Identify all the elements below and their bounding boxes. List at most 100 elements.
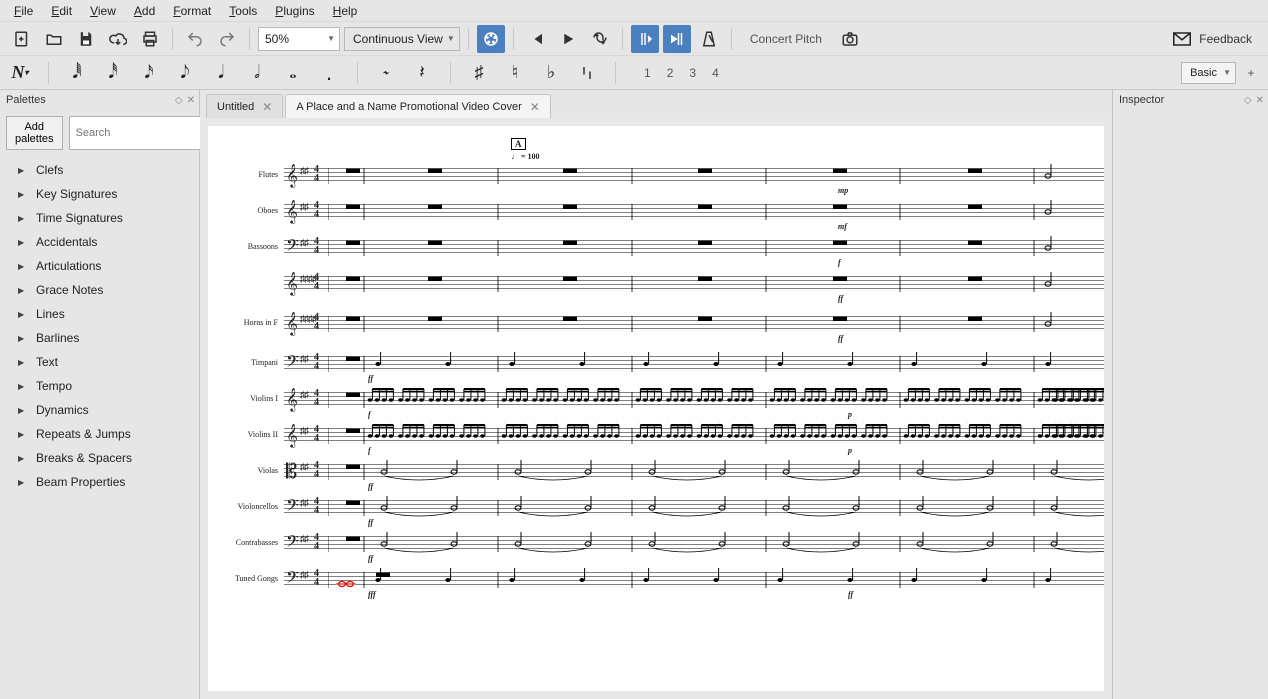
staff-Contrabasses: Contrabasses𝄢♯♯44▬ff [228, 530, 1104, 566]
flat-button[interactable]: ♭ [539, 59, 563, 87]
undock-icon[interactable]: ◇ [175, 95, 183, 106]
menu-add[interactable]: Add [126, 2, 163, 20]
palette-item-text[interactable]: ▶Text [0, 350, 199, 374]
feedback-button[interactable]: Feedback [1165, 32, 1260, 46]
midi-input-button[interactable] [477, 25, 505, 53]
chevron-right-icon: ▶ [18, 238, 26, 247]
voice-3-button[interactable]: 3 [685, 64, 700, 82]
close-icon[interactable]: ✕ [1256, 95, 1264, 106]
add-workspace-button[interactable]: + [1242, 66, 1260, 80]
note-input-mode-button[interactable]: N▾ [8, 59, 32, 87]
add-palettes-button[interactable]: Add palettes [6, 116, 63, 150]
natural-button[interactable]: ♮ [503, 59, 527, 87]
concert-pitch-button[interactable]: Concert Pitch [740, 25, 832, 53]
menu-view[interactable]: View [82, 2, 124, 20]
palette-item-breaks-spacers[interactable]: ▶Breaks & Spacers [0, 446, 199, 470]
open-button[interactable] [40, 25, 68, 53]
voice-2-button[interactable]: 2 [663, 64, 678, 82]
clef-icon: 𝄢 [286, 530, 299, 558]
svg-text:▬: ▬ [968, 198, 982, 212]
image-capture-button[interactable] [836, 25, 864, 53]
duration-whole-button[interactable]: 𝅝 [281, 59, 305, 87]
menu-format[interactable]: Format [165, 2, 219, 20]
palette-item-barlines[interactable]: ▶Barlines [0, 326, 199, 350]
instrument-label: Timpani [228, 358, 278, 367]
close-icon[interactable]: ✕ [187, 95, 195, 106]
palette-item-articulations[interactable]: ▶Articulations [0, 254, 199, 278]
palette-list: ▶Clefs▶Key Signatures▶Time Signatures▶Ac… [0, 156, 199, 699]
rest-button[interactable]: 𝄽 [410, 59, 434, 87]
tab-a-place-and-a-name[interactable]: A Place and a Name Promotional Video Cov… [285, 94, 551, 118]
palette-item-lines[interactable]: ▶Lines [0, 302, 199, 326]
svg-text:▬: ▬ [833, 162, 847, 176]
svg-text:▬: ▬ [428, 234, 442, 248]
loop-in-button[interactable] [631, 25, 659, 53]
palette-item-tempo[interactable]: ▶Tempo [0, 374, 199, 398]
palette-item-time-signatures[interactable]: ▶Time Signatures [0, 206, 199, 230]
instrument-label: Violins I [228, 394, 278, 403]
clef-icon: 𝄢 [286, 234, 299, 262]
rewind-button[interactable] [522, 25, 550, 53]
duration-quarter-button[interactable]: 𝅘𝅥 [209, 59, 233, 87]
new-score-button[interactable] [8, 25, 36, 53]
staff-Oboes: Oboes𝄞♯♯44▬▬▬▬▬▬▬mf [228, 198, 1104, 234]
save-online-button[interactable] [104, 25, 132, 53]
menu-tools[interactable]: Tools [221, 2, 265, 20]
sharp-button[interactable]: ♯ [467, 59, 491, 87]
duration-half-button[interactable]: 𝅗𝅥 [245, 59, 269, 87]
palette-item-repeats-jumps[interactable]: ▶Repeats & Jumps [0, 422, 199, 446]
menu-edit[interactable]: Edit [43, 2, 80, 20]
palette-item-beam-properties[interactable]: ▶Beam Properties [0, 470, 199, 494]
undock-icon[interactable]: ◇ [1244, 95, 1252, 106]
duration-32nd-button[interactable]: 𝅘𝅥𝅰 [101, 59, 125, 87]
key-signature: ♯♯ [300, 238, 308, 249]
save-button[interactable] [72, 25, 100, 53]
view-mode-combo[interactable]: Continuous View ▼ [344, 27, 460, 51]
chevron-right-icon: ▶ [18, 286, 26, 295]
staff-horns_top: 𝄞♯♯♯♯44▬▬▬▬▬▬▬ff [228, 270, 1104, 310]
chevron-right-icon: ▶ [18, 310, 26, 319]
close-icon[interactable]: ✕ [530, 100, 540, 114]
tab-untitled[interactable]: Untitled ✕ [206, 94, 283, 118]
svg-text:▬: ▬ [563, 234, 577, 248]
chevron-right-icon: ▶ [18, 334, 26, 343]
score-page: A ♩ = 100 Flutes𝄞♯♯44▬▬▬▬▬▬▬mpOboes𝄞♯♯44… [208, 126, 1104, 691]
palette-item-dynamics[interactable]: ▶Dynamics [0, 398, 199, 422]
menu-help[interactable]: Help [325, 2, 366, 20]
tie-button[interactable]: 𝆝 [374, 59, 398, 87]
close-icon[interactable]: ✕ [262, 100, 272, 114]
main-toolbar: 50% ▼ Continuous View ▼ Concert Pitch Fe… [0, 22, 1268, 56]
palette-label: Beam Properties [36, 475, 125, 489]
voice-4-button[interactable]: 4 [708, 64, 723, 82]
palette-item-clefs[interactable]: ▶Clefs [0, 158, 199, 182]
loop-button[interactable] [586, 25, 614, 53]
metronome-button[interactable] [695, 25, 723, 53]
duration-64th-button[interactable]: 𝅘𝅥𝅱 [65, 59, 89, 87]
loop-out-button[interactable] [663, 25, 691, 53]
duration-16th-button[interactable]: 𝅘𝅥𝅯 [137, 59, 161, 87]
score-canvas[interactable]: A ♩ = 100 Flutes𝄞♯♯44▬▬▬▬▬▬▬mpOboes𝄞♯♯44… [200, 118, 1112, 699]
staff-Flutes: Flutes𝄞♯♯44▬▬▬▬▬▬▬mp [228, 162, 1104, 198]
menu-file[interactable]: File [6, 2, 41, 20]
chevron-right-icon: ▶ [18, 406, 26, 415]
menu-plugins[interactable]: Plugins [267, 2, 322, 20]
palettes-header: Palettes ◇ ✕ [0, 90, 199, 110]
workspace-combo[interactable]: Basic ▼ [1181, 62, 1236, 84]
play-button[interactable] [554, 25, 582, 53]
key-signature: ♯♯ [300, 202, 308, 213]
key-signature: ♯♯ [300, 498, 308, 509]
redo-button[interactable] [213, 25, 241, 53]
svg-text:▬: ▬ [833, 310, 847, 324]
augmentation-dot-button[interactable]: . [317, 59, 341, 87]
undo-button[interactable] [181, 25, 209, 53]
palette-item-grace-notes[interactable]: ▶Grace Notes [0, 278, 199, 302]
palette-item-accidentals[interactable]: ▶Accidentals [0, 230, 199, 254]
duration-8th-button[interactable]: 𝅘𝅥𝅮 [173, 59, 197, 87]
print-button[interactable] [136, 25, 164, 53]
zoom-combo[interactable]: 50% ▼ [258, 27, 340, 51]
palette-item-key-signatures[interactable]: ▶Key Signatures [0, 182, 199, 206]
svg-text:▬: ▬ [968, 162, 982, 176]
voice-1-button[interactable]: 1 [640, 64, 655, 82]
flip-button[interactable] [575, 59, 599, 87]
palette-label: Key Signatures [36, 187, 117, 201]
